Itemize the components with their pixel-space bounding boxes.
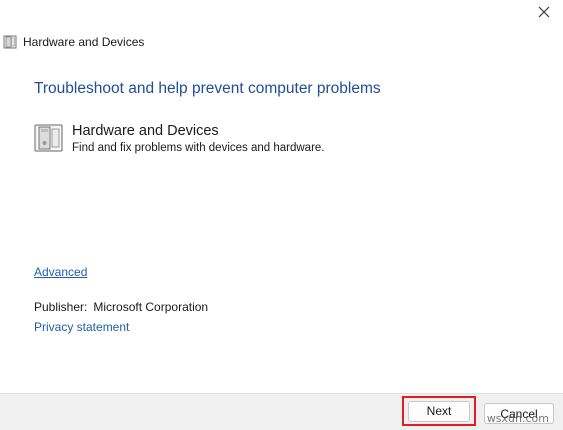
close-icon — [538, 6, 550, 18]
item-title: Hardware and Devices — [72, 123, 219, 139]
item-description: Find and fix problems with devices and h… — [72, 142, 325, 154]
publisher-value: Microsoft Corporation — [93, 300, 209, 314]
window-icon — [3, 35, 17, 49]
title-bar: Hardware and Devices — [3, 33, 144, 51]
watermark: wsxdn.com — [486, 412, 549, 425]
page-heading: Troubleshoot and help prevent computer p… — [34, 80, 381, 97]
privacy-statement-link[interactable]: Privacy statement — [34, 320, 129, 334]
close-button[interactable] — [533, 2, 555, 22]
window-title: Hardware and Devices — [23, 35, 145, 49]
troubleshooter-item: Hardware and Devices Find and fix proble… — [34, 122, 325, 156]
hardware-devices-icon — [34, 124, 63, 152]
publisher-info: Publisher: Microsoft Corporation — [34, 300, 208, 314]
next-button[interactable]: Next — [408, 400, 470, 422]
publisher-label: Publisher: — [34, 300, 88, 314]
advanced-link[interactable]: Advanced — [34, 265, 87, 279]
next-button-highlight: Next — [402, 396, 476, 426]
troubleshooter-window: Hardware and Devices Troubleshoot and he… — [0, 0, 563, 430]
footer-bar: Cancel — [0, 393, 563, 430]
